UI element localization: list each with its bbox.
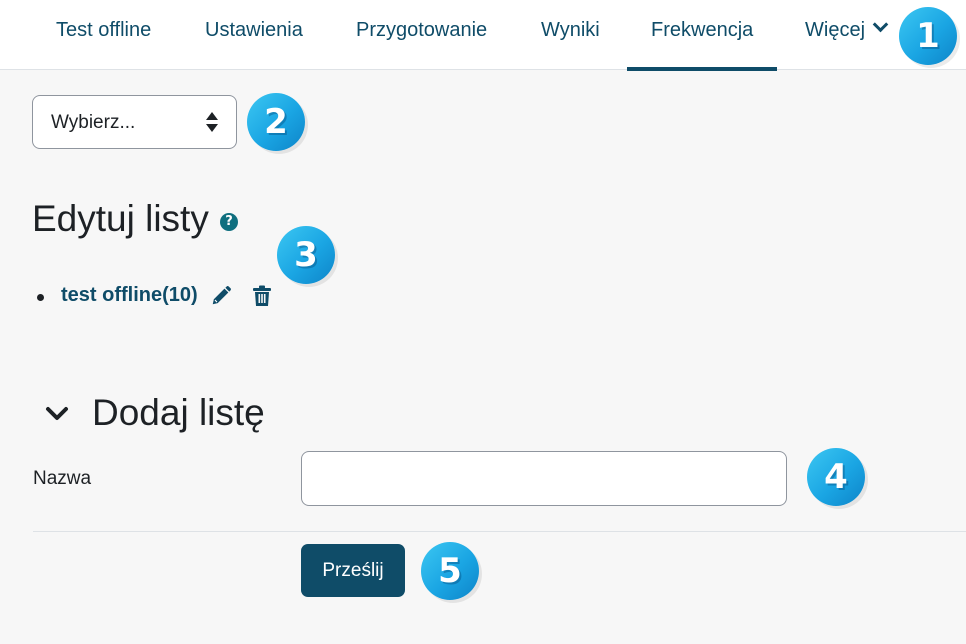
trash-icon[interactable]	[252, 285, 272, 307]
list-bullet	[37, 294, 44, 301]
callout-badge-2: 2	[247, 93, 305, 151]
tab-more[interactable]: Więcej	[805, 0, 889, 70]
chevron-down-icon[interactable]	[45, 402, 69, 426]
submit-button[interactable]: Prześlij	[301, 544, 405, 597]
tab-settings[interactable]: Ustawienia	[205, 0, 303, 70]
callout-badge-3: 3	[277, 226, 335, 284]
help-icon[interactable]: ?	[220, 213, 238, 231]
tab-preparation[interactable]: Przygotowanie	[356, 0, 487, 70]
list-item-link[interactable]: test offline(10)	[61, 284, 198, 307]
tab-test-offline[interactable]: Test offline	[56, 0, 151, 70]
tab-more-label: Więcej	[805, 19, 866, 41]
list-select[interactable]: Wybierz...	[32, 95, 237, 149]
callout-badge-1: 1	[899, 7, 957, 65]
top-navigation: Test offline Ustawienia Przygotowanie Wy…	[0, 0, 966, 71]
callout-badge-4: 4	[807, 448, 865, 506]
callout-badge-5: 5	[421, 542, 479, 600]
pencil-icon[interactable]	[210, 285, 232, 307]
chevron-down-icon	[872, 16, 889, 33]
name-field-label: Nazwa	[33, 468, 92, 489]
add-list-heading: Dodaj listę	[92, 392, 265, 433]
select-value: Wybierz...	[51, 112, 136, 133]
edit-lists-heading: Edytuj listy	[32, 198, 209, 239]
tab-results[interactable]: Wyniki	[541, 0, 600, 70]
tab-attendance[interactable]: Frekwencja	[626, 0, 778, 71]
sort-icon	[206, 112, 218, 132]
name-input[interactable]	[301, 451, 787, 506]
form-divider	[33, 531, 966, 532]
